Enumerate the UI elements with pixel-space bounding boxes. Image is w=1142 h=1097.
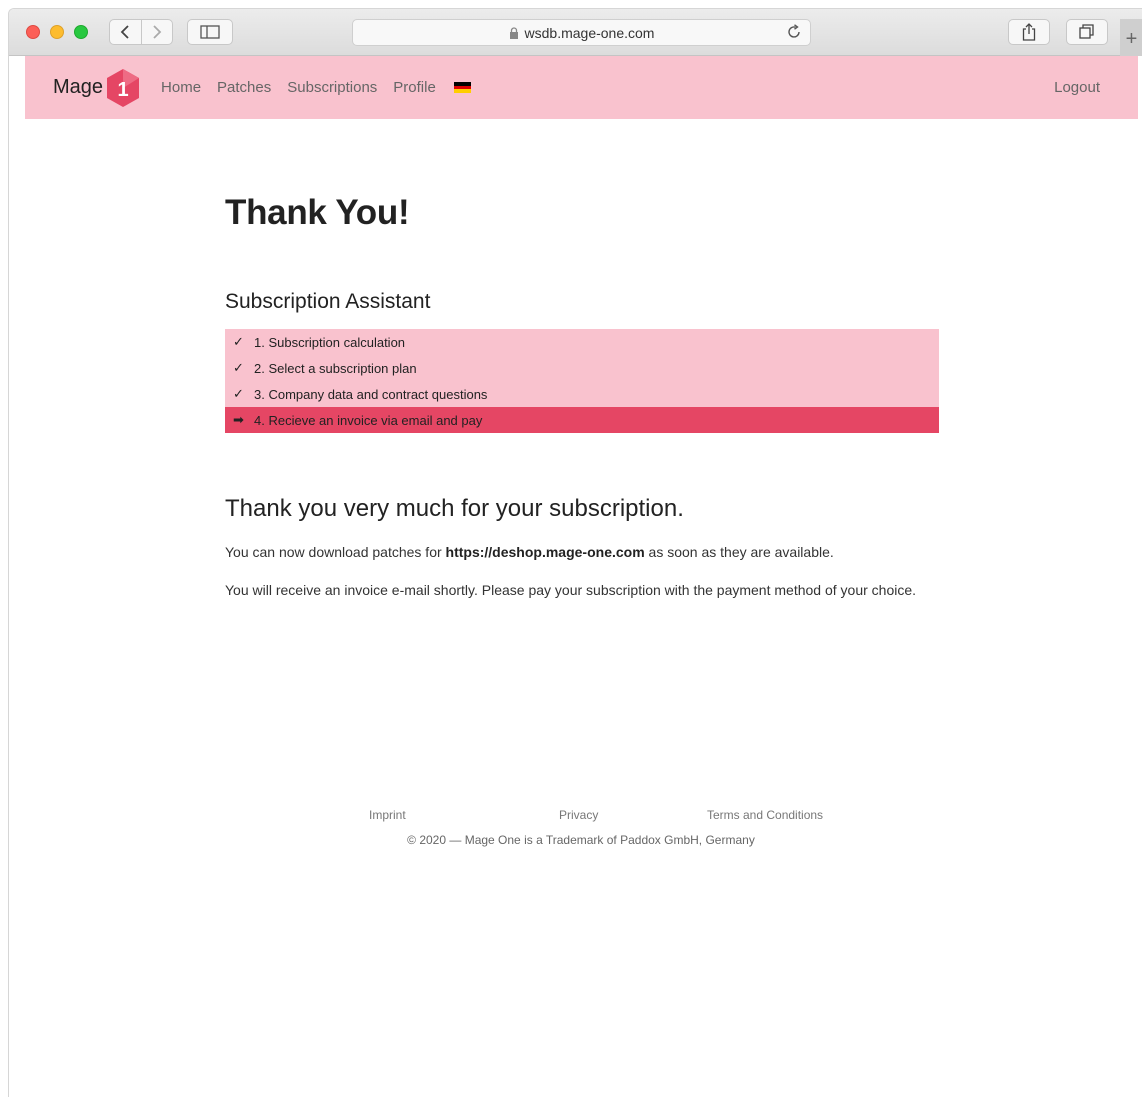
thanks-heading: Thank you very much for your subscriptio… [225,495,684,522]
reload-button[interactable] [786,24,802,43]
checkmark-icon: ✓ [233,360,244,375]
new-tab-button[interactable]: + [1120,19,1142,56]
zoom-window-button[interactable] [74,25,88,39]
forward-button[interactable] [140,20,172,44]
footer-copyright: © 2020 — Mage One is a Trademark of Padd… [407,833,755,847]
page-title: Thank You! [225,193,410,232]
step-4-active: ➡ 4. Recieve an invoice via email and pa… [225,407,939,433]
close-window-button[interactable] [26,25,40,39]
share-icon [1022,23,1036,41]
step-2: ✓ 2. Select a subscription plan [225,355,939,381]
step-3: ✓ 3. Company data and contract questions [225,381,939,407]
subscription-assistant-title: Subscription Assistant [225,290,431,313]
brand-logo[interactable]: Mage 1 [53,68,141,108]
nav-links: Home Patches Subscriptions Profile [161,79,471,96]
back-icon [121,25,130,39]
lock-icon [509,26,518,39]
brand-hexagon-icon: 1 [107,68,140,107]
footer-link-imprint[interactable]: Imprint [369,808,406,822]
download-info-text: You can now download patches for https:/… [225,541,939,564]
shop-url: https://deshop.mage-one.com [445,544,645,560]
back-button[interactable] [110,20,141,44]
step-label: 1. Subscription calculation [254,334,406,350]
address-bar[interactable]: wsdb.mage-one.com [352,19,811,46]
logout-link[interactable]: Logout [1054,79,1100,96]
step-label: 3. Company data and contract questions [254,386,488,402]
invoice-info-text: You will receive an invoice e-mail short… [225,582,917,598]
footer-link-terms[interactable]: Terms and Conditions [707,808,823,822]
brand-text: Mage [53,76,104,98]
footer-links: Imprint Privacy Terms and Conditions [0,808,1142,828]
nav-link-home[interactable]: Home [161,79,201,96]
history-nav-group [109,19,173,45]
sidebar-button[interactable] [187,19,233,45]
nav-link-patches[interactable]: Patches [217,79,271,96]
site-navbar: Mage 1 Home Patches Subscriptions Profil… [25,56,1138,119]
tab-overview-button[interactable] [1066,19,1108,45]
nav-link-profile[interactable]: Profile [393,79,436,96]
browser-window: wsdb.mage-one.com + Mage 1 Home Patches … [8,8,1142,1097]
download-info-suffix: as soon as they are available. [644,544,834,560]
checkmark-icon: ✓ [233,334,244,349]
main-content: Thank You! Subscription Assistant ✓ 1. S… [225,119,939,602]
step-label: 2. Select a subscription plan [254,360,417,376]
step-1: ✓ 1. Subscription calculation [225,329,939,355]
nav-link-subscriptions[interactable]: Subscriptions [287,79,377,96]
minimize-window-button[interactable] [50,25,64,39]
share-button[interactable] [1008,19,1050,45]
download-info-prefix: You can now download patches for [225,544,446,560]
browser-toolbar: wsdb.mage-one.com + [9,9,1142,56]
step-label: 4. Recieve an invoice via email and pay [254,412,483,428]
checkmark-icon: ✓ [233,386,244,401]
footer-link-privacy[interactable]: Privacy [559,808,598,822]
arrow-right-icon: ➡ [233,412,244,427]
brand-badge-number: 1 [117,79,128,101]
german-flag-icon[interactable] [453,82,471,94]
reload-icon [788,24,800,38]
sidebar-icon [200,25,220,39]
forward-icon [153,25,162,39]
new-tab-icon: + [1125,28,1138,50]
assistant-steps: ✓ 1. Subscription calculation ✓ 2. Selec… [225,329,939,433]
tabs-icon [1079,24,1094,39]
url-text: wsdb.mage-one.com [524,24,655,41]
